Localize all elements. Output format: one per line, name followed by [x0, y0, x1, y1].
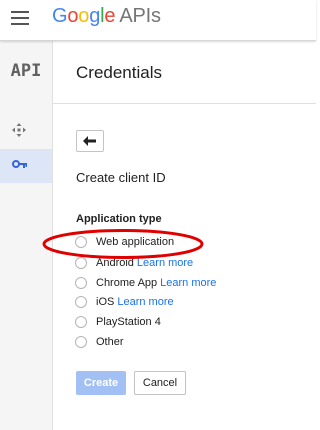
main-content: Credentials Create client ID Application… [53, 41, 316, 430]
back-arrow-icon [83, 136, 96, 146]
sidebar-item-dashboard[interactable] [0, 115, 52, 149]
api-logo: API [10, 61, 42, 81]
option-label: Chrome App [96, 277, 158, 289]
option-label: iOS [96, 296, 115, 308]
radio-button[interactable] [75, 277, 87, 289]
top-app-bar: Google APIs [0, 0, 316, 41]
learn-more-link[interactable]: Learn more [137, 257, 193, 269]
option-label: PlayStation 4 [96, 316, 161, 328]
radio-button[interactable] [75, 316, 87, 328]
sidebar: API [0, 41, 53, 430]
radio-button[interactable] [75, 257, 87, 269]
application-type-label: Application type [76, 213, 162, 225]
logo-apis-text: APIs [119, 5, 161, 27]
create-button[interactable]: Create [76, 371, 126, 395]
hamburger-menu-icon[interactable] [11, 11, 29, 25]
page-title: Credentials [76, 63, 162, 82]
learn-more-link[interactable]: Learn more [117, 296, 173, 308]
option-label: Other [96, 336, 124, 348]
google-apis-logo[interactable]: Google APIs [52, 5, 161, 28]
create-client-id-heading: Create client ID [76, 170, 166, 185]
radio-button[interactable] [75, 296, 87, 308]
dashboard-move-icon [12, 123, 26, 137]
option-label: Android [96, 257, 134, 269]
option-label: Web application [96, 236, 175, 248]
learn-more-link[interactable]: Learn more [160, 277, 216, 289]
back-button[interactable] [76, 130, 104, 152]
radio-button[interactable] [75, 336, 87, 348]
radio-button[interactable] [75, 236, 87, 248]
title-divider [53, 103, 316, 104]
cancel-button[interactable]: Cancel [134, 371, 186, 395]
sidebar-item-credentials[interactable] [0, 149, 52, 183]
key-icon [12, 160, 27, 168]
